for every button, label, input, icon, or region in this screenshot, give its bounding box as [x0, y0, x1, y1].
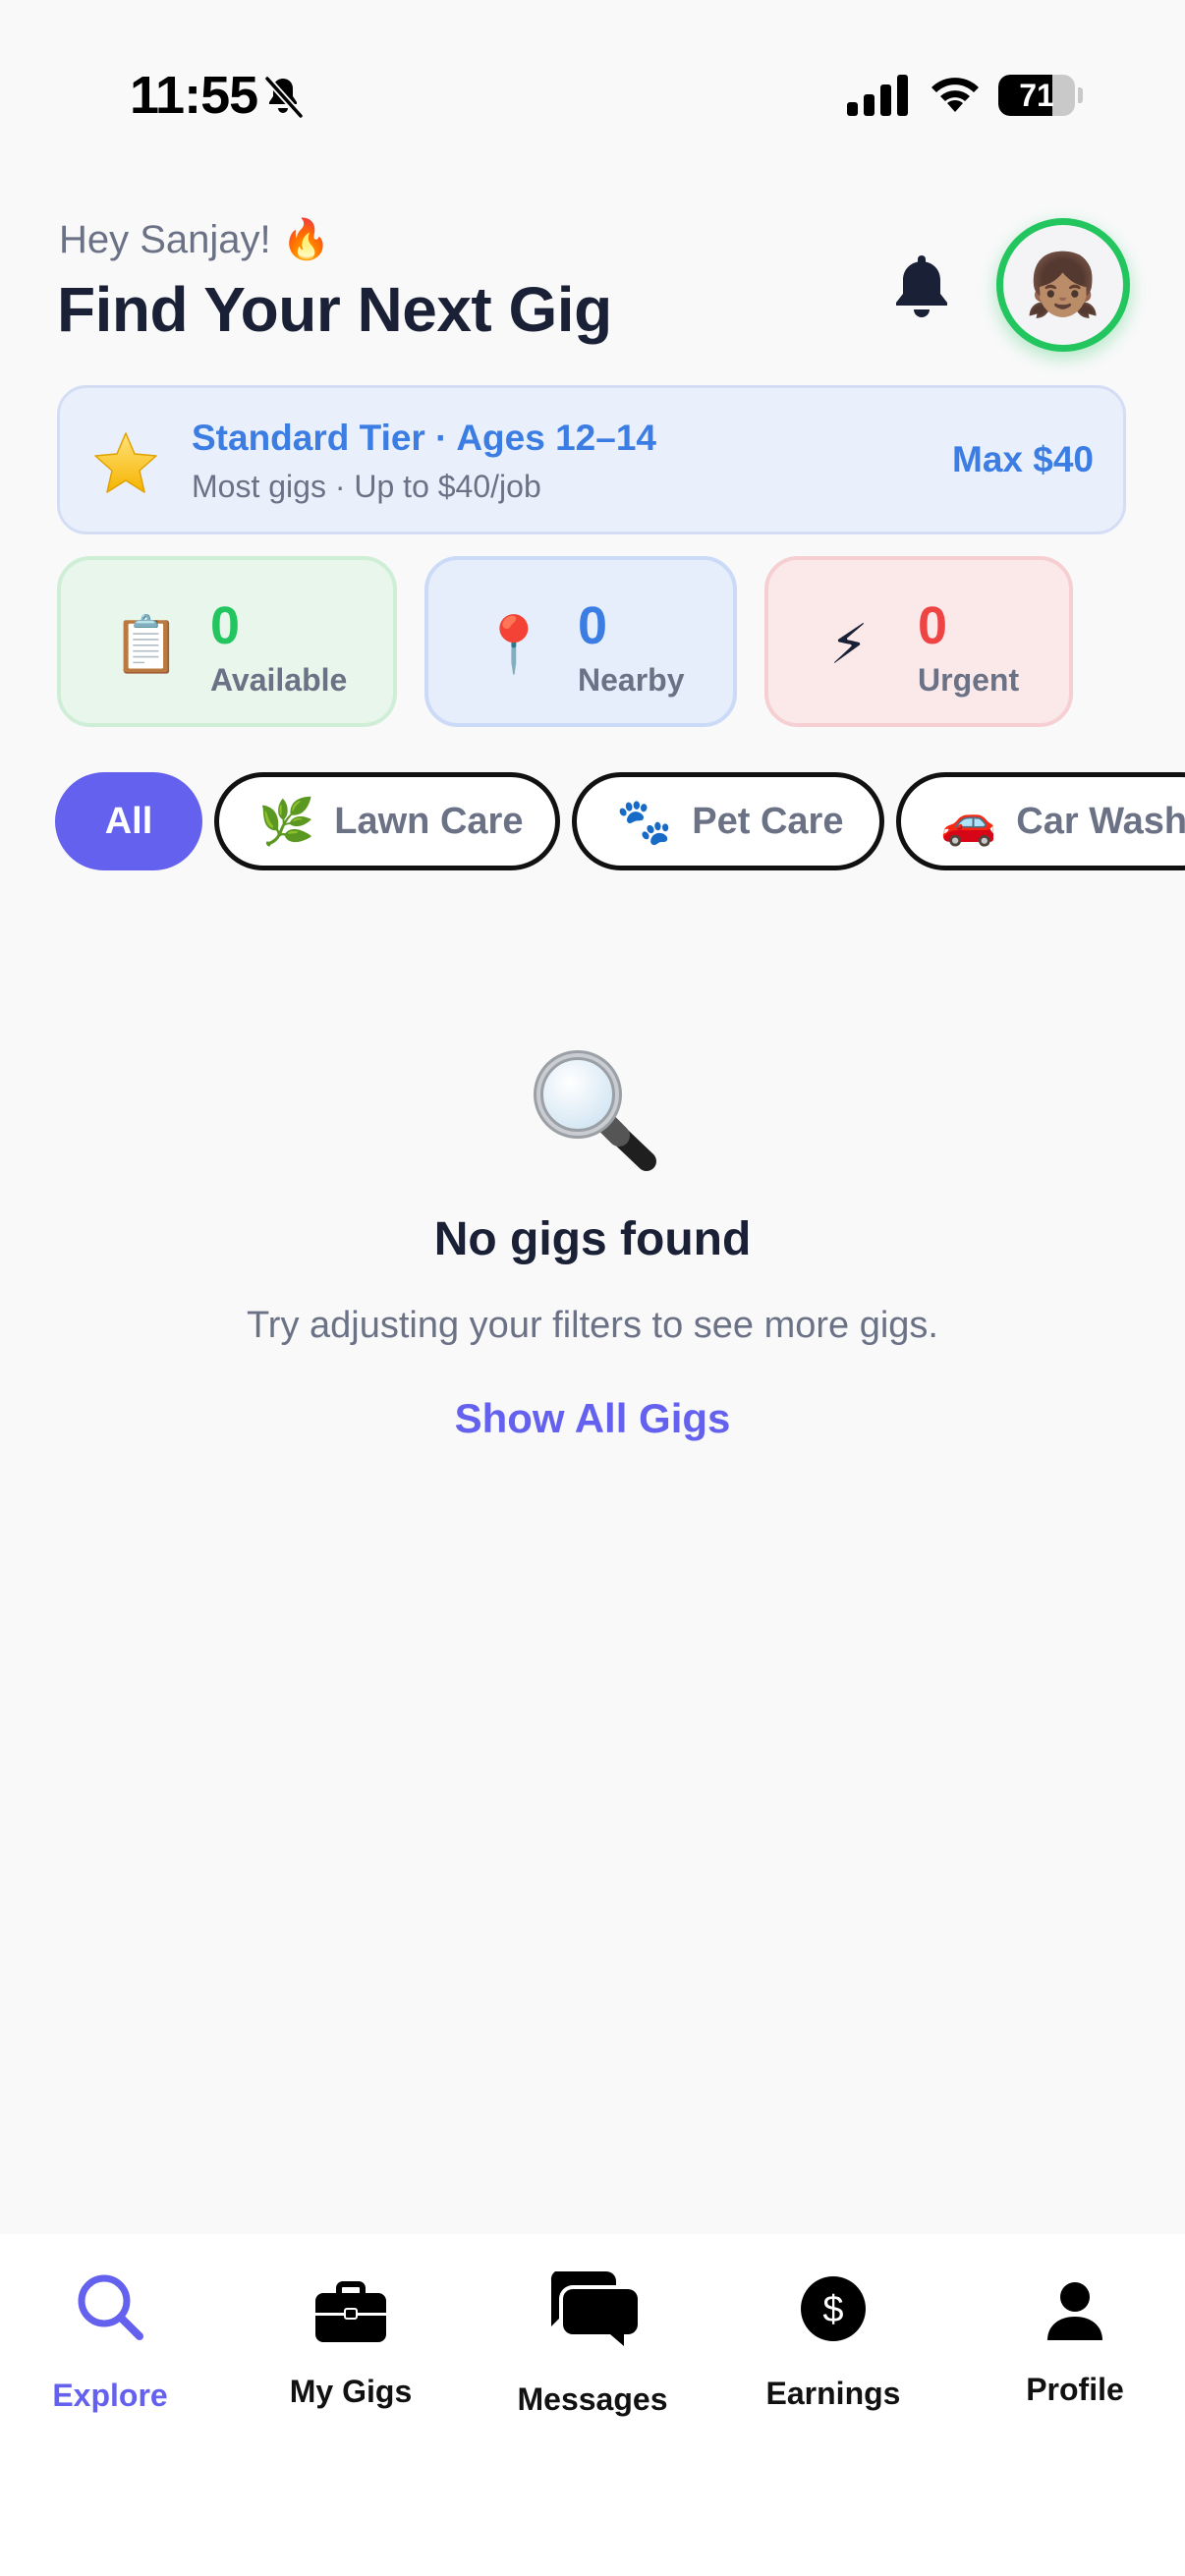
- notifications-bell-icon[interactable]: [890, 252, 953, 320]
- page-title: Find Your Next Gig: [57, 274, 612, 345]
- magnifying-glass-icon: [534, 1050, 656, 1171]
- filter-chip-label: Lawn Care: [334, 800, 524, 842]
- dollar-circle-icon: $: [801, 2276, 866, 2341]
- cellular-signal-icon: [847, 75, 908, 116]
- tab-label: Messages: [517, 2381, 668, 2417]
- briefcase-icon: [315, 2281, 386, 2342]
- battery-percent: 71: [1019, 78, 1054, 113]
- greeting-text: Hey Sanjay! 🔥: [59, 218, 331, 261]
- filter-chip-car-wash[interactable]: 🚗 Car Wash: [896, 772, 1185, 870]
- tier-subtitle: Most gigs · Up to $40/job: [192, 469, 541, 504]
- stat-value: 0: [918, 596, 948, 655]
- svg-text:$: $: [822, 2289, 843, 2330]
- search-icon: [78, 2274, 143, 2340]
- stat-value: 0: [210, 596, 241, 655]
- empty-state-title: No gigs found: [433, 1213, 752, 1265]
- clipboard-icon: 📋: [112, 613, 181, 675]
- star-icon: [94, 432, 157, 493]
- tab-label: My Gigs: [289, 2374, 413, 2409]
- herb-icon: 🌿: [258, 795, 315, 847]
- car-icon: 🚗: [940, 795, 997, 847]
- filter-chip-label: Car Wash: [1016, 800, 1185, 842]
- stat-card-available[interactable]: 📋 0 Available: [57, 556, 397, 727]
- stat-label: Nearby: [578, 662, 685, 698]
- filter-chip-lawn-care[interactable]: 🌿 Lawn Care: [214, 772, 560, 870]
- show-all-gigs-button[interactable]: Show All Gigs: [396, 1395, 789, 1442]
- stat-card-urgent[interactable]: ⚡ 0 Urgent: [764, 556, 1073, 727]
- status-bar: 11:55 71: [0, 0, 1185, 187]
- paw-prints-icon: 🐾: [616, 795, 673, 847]
- stat-value: 0: [578, 596, 608, 655]
- stat-label: Available: [210, 662, 348, 698]
- category-filter-bar: All 🌿 Lawn Care 🐾 Pet Care 🚗 Car Wash: [0, 772, 1185, 872]
- tab-label: Profile: [1026, 2372, 1124, 2407]
- lightning-icon: ⚡: [829, 613, 869, 675]
- bottom-tab-bar: Explore My Gigs Messages $ Earnings Prof…: [0, 2234, 1185, 2576]
- profile-avatar[interactable]: 👧🏽: [996, 218, 1130, 352]
- stat-card-nearby[interactable]: 📍 0 Nearby: [424, 556, 737, 727]
- filter-chip-all[interactable]: All: [55, 772, 202, 870]
- bell-muted-icon: [264, 76, 304, 119]
- tier-card[interactable]: Standard Tier · Ages 12–14 Most gigs · U…: [57, 385, 1126, 534]
- status-time: 11:55: [130, 66, 258, 125]
- empty-state-subtitle: Try adjusting your filters to see more g…: [247, 1305, 938, 1346]
- filter-chip-pet-care[interactable]: 🐾 Pet Care: [572, 772, 884, 870]
- battery-icon: 71: [998, 75, 1083, 116]
- pushpin-icon: 📍: [480, 613, 548, 675]
- stat-label: Urgent: [918, 662, 1020, 698]
- filter-chip-label: All: [104, 800, 153, 842]
- tab-label: Earnings: [765, 2376, 901, 2411]
- chat-bubbles-icon: [550, 2271, 638, 2346]
- filter-chip-label: Pet Care: [692, 800, 844, 842]
- tier-max-pay: Max $40: [952, 439, 1094, 479]
- tab-label: Explore: [52, 2378, 168, 2413]
- person-icon: [1047, 2282, 1102, 2340]
- tier-title: Standard Tier · Ages 12–14: [192, 418, 656, 458]
- wifi-icon: [931, 78, 979, 112]
